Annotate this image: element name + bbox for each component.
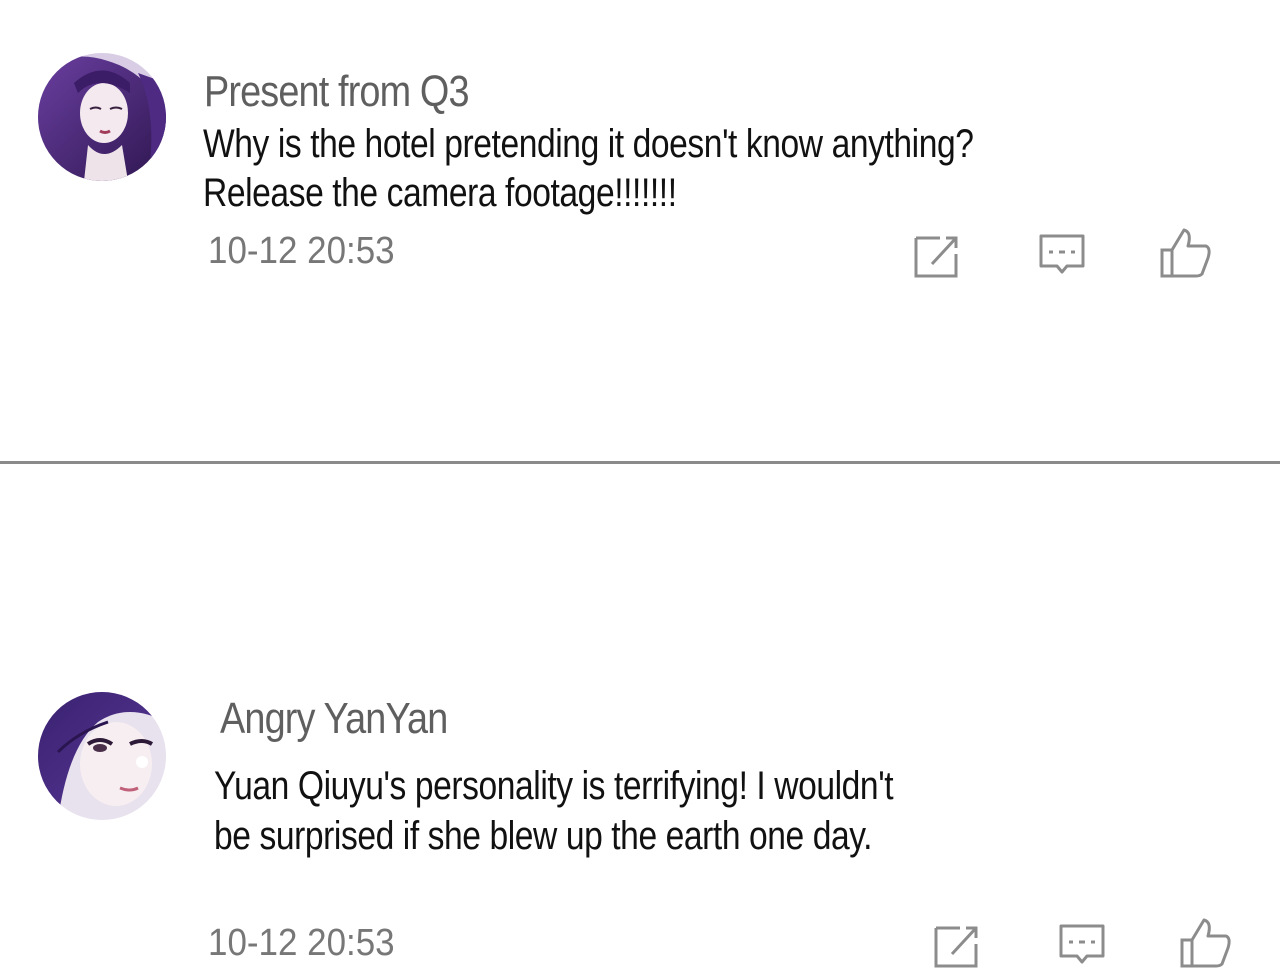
like-icon	[1160, 228, 1211, 278]
reply-button[interactable]	[1057, 920, 1109, 972]
avatar[interactable]	[38, 53, 166, 181]
username[interactable]: Angry YanYan	[220, 694, 448, 744]
like-icon	[1180, 918, 1231, 968]
comment-text-line: Why is the hotel pretending it doesn't k…	[203, 122, 974, 166]
avatar-image	[38, 53, 166, 181]
share-button[interactable]	[932, 920, 984, 972]
share-button[interactable]	[912, 230, 964, 282]
comment-item: Angry YanYan Yuan Qiuyu's personality is…	[0, 464, 1280, 968]
timestamp: 10-12 20:53	[208, 922, 395, 964]
reply-button[interactable]	[1037, 230, 1089, 282]
comment-text-line: be surprised if she blew up the earth on…	[214, 814, 873, 858]
avatar[interactable]	[38, 692, 166, 820]
comment-text-line: Yuan Qiuyu's personality is terrifying! …	[214, 764, 894, 808]
username[interactable]: Present from Q3	[204, 67, 470, 117]
reply-icon	[1059, 924, 1105, 964]
timestamp: 10-12 20:53	[208, 230, 395, 272]
share-icon	[914, 236, 958, 278]
like-button[interactable]	[1178, 916, 1231, 968]
comment-text-line: Release the camera footage!!!!!!!	[203, 171, 677, 215]
share-icon	[934, 926, 978, 968]
avatar-image	[38, 692, 166, 820]
like-button[interactable]	[1158, 226, 1211, 278]
reply-icon	[1039, 234, 1085, 274]
comment-item: Present from Q3 Why is the hotel pretend…	[0, 0, 1280, 460]
